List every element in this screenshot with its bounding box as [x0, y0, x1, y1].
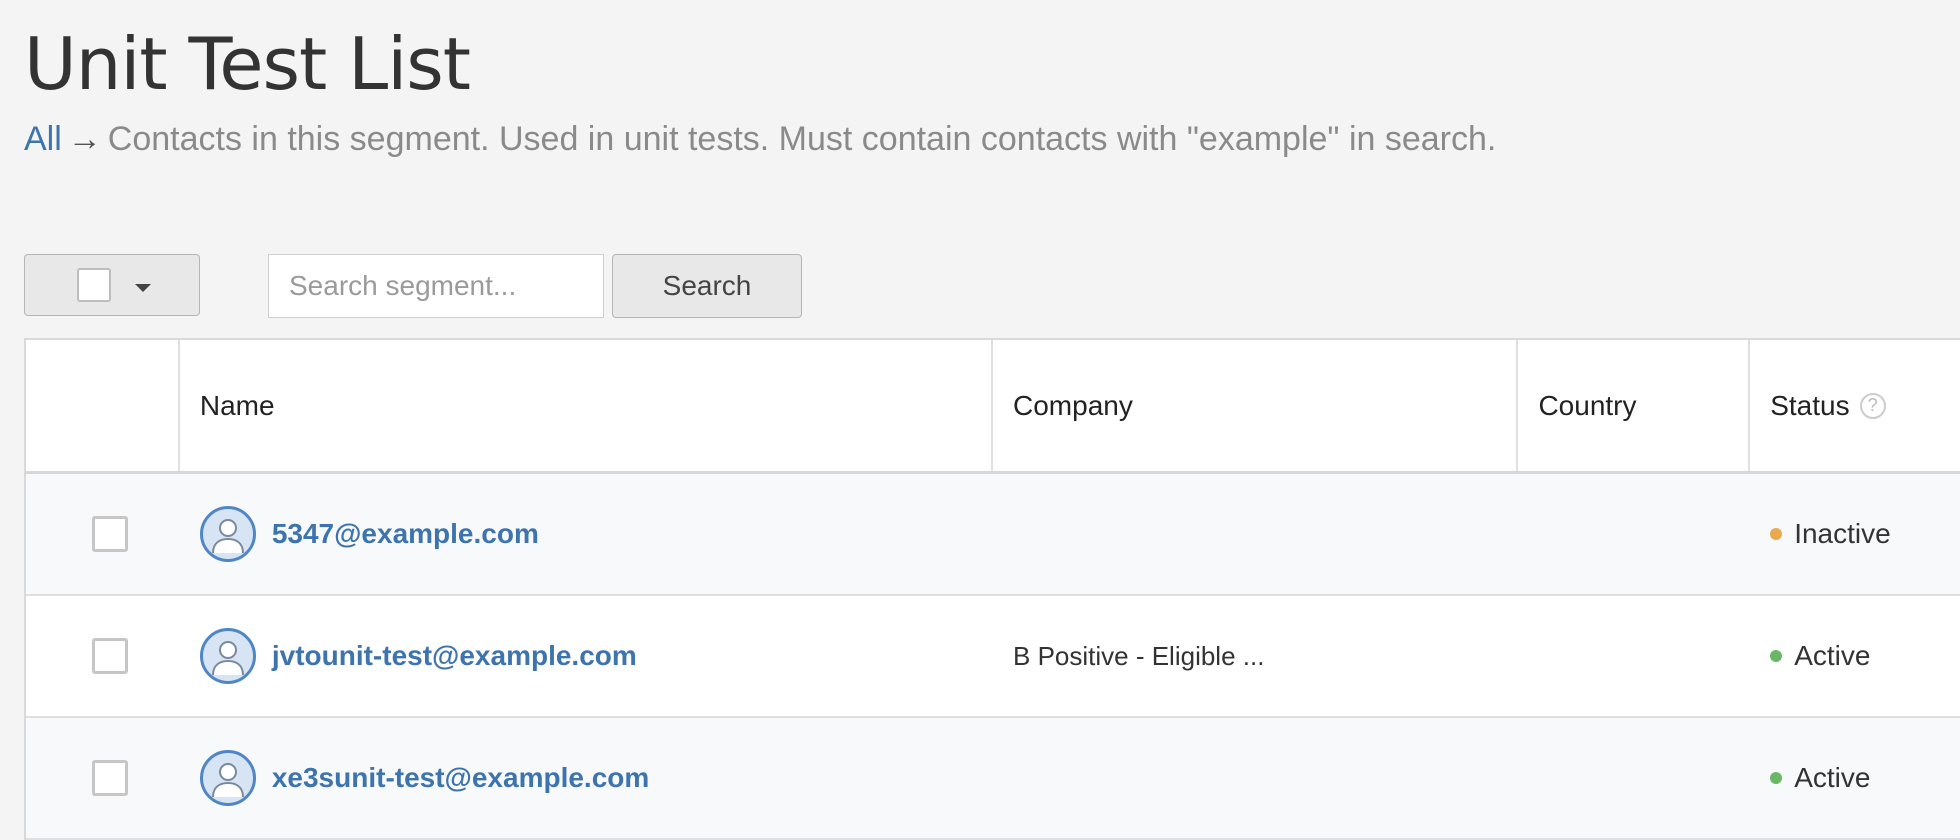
user-avatar-icon [199, 628, 256, 684]
contact-email-link[interactable]: jvtounit-test@example.com [272, 640, 637, 672]
column-header-status[interactable]: Status ? [1750, 340, 1960, 471]
country-cell [1518, 596, 1750, 716]
contact-email-link[interactable]: xe3sunit-test@example.com [272, 762, 649, 794]
row-checkbox-cell [26, 718, 180, 838]
column-header-status-label: Status [1770, 389, 1850, 421]
status-text: Active [1794, 640, 1871, 671]
row-checkbox[interactable] [91, 516, 128, 552]
user-avatar-icon [199, 750, 256, 806]
user-avatar-icon [199, 506, 256, 562]
arrow-right-icon: → [67, 120, 102, 158]
segment-description: Contacts in this segment. Used in unit t… [107, 120, 1497, 158]
table-row: 5347@example.com Inactive [26, 474, 1960, 596]
status-dot [1770, 772, 1783, 784]
company-text: B Positive - Eligible ... [1013, 640, 1265, 671]
caret-down-icon [135, 284, 151, 292]
row-checkbox-cell [26, 474, 180, 594]
name-cell: jvtounit-test@example.com [180, 596, 993, 716]
status-text: Active [1794, 762, 1871, 793]
breadcrumb: All → Contacts in this segment. Used in un… [24, 120, 1496, 159]
country-cell [1518, 474, 1750, 594]
table-row: jvtounit-test@example.com B Positive - El… [26, 596, 1960, 718]
select-all-checkbox[interactable] [77, 268, 111, 302]
toolbar: Search [24, 254, 1024, 318]
table-header-row: Name Company Country Status ? [26, 340, 1960, 474]
contact-email-link[interactable]: 5347@example.com [272, 518, 539, 550]
company-cell: B Positive - Eligible ... [993, 596, 1518, 716]
status-cell: Inactive [1750, 474, 1960, 594]
row-checkbox-cell [26, 596, 180, 716]
status-cell: Active [1750, 596, 1960, 716]
column-header-country[interactable]: Country [1518, 340, 1751, 471]
contacts-table: Name Company Country Status ? 5347@examp… [24, 338, 1960, 840]
name-cell: xe3sunit-test@example.com [180, 718, 993, 838]
search-button[interactable]: Search [612, 254, 802, 318]
name-cell: 5347@example.com [180, 474, 993, 594]
header-checkbox-cell [26, 340, 180, 471]
row-checkbox[interactable] [91, 760, 128, 796]
status-cell: Active [1750, 718, 1960, 838]
column-header-company[interactable]: Company [993, 340, 1519, 471]
status-dot [1770, 528, 1783, 540]
country-cell [1518, 718, 1750, 838]
table-row: xe3sunit-test@example.com Active [26, 718, 1960, 840]
column-header-name[interactable]: Name [180, 340, 993, 471]
status-dot [1770, 650, 1783, 662]
question-circle-icon[interactable]: ? [1859, 392, 1886, 419]
search-input[interactable] [268, 254, 604, 318]
breadcrumb-all-link[interactable]: All [24, 120, 62, 158]
company-cell [993, 718, 1518, 838]
bulk-select-dropdown-button[interactable] [24, 254, 200, 316]
page-title: Unit Test List [24, 22, 471, 106]
status-text: Inactive [1794, 518, 1891, 549]
row-checkbox[interactable] [91, 638, 128, 674]
company-cell [993, 474, 1518, 594]
